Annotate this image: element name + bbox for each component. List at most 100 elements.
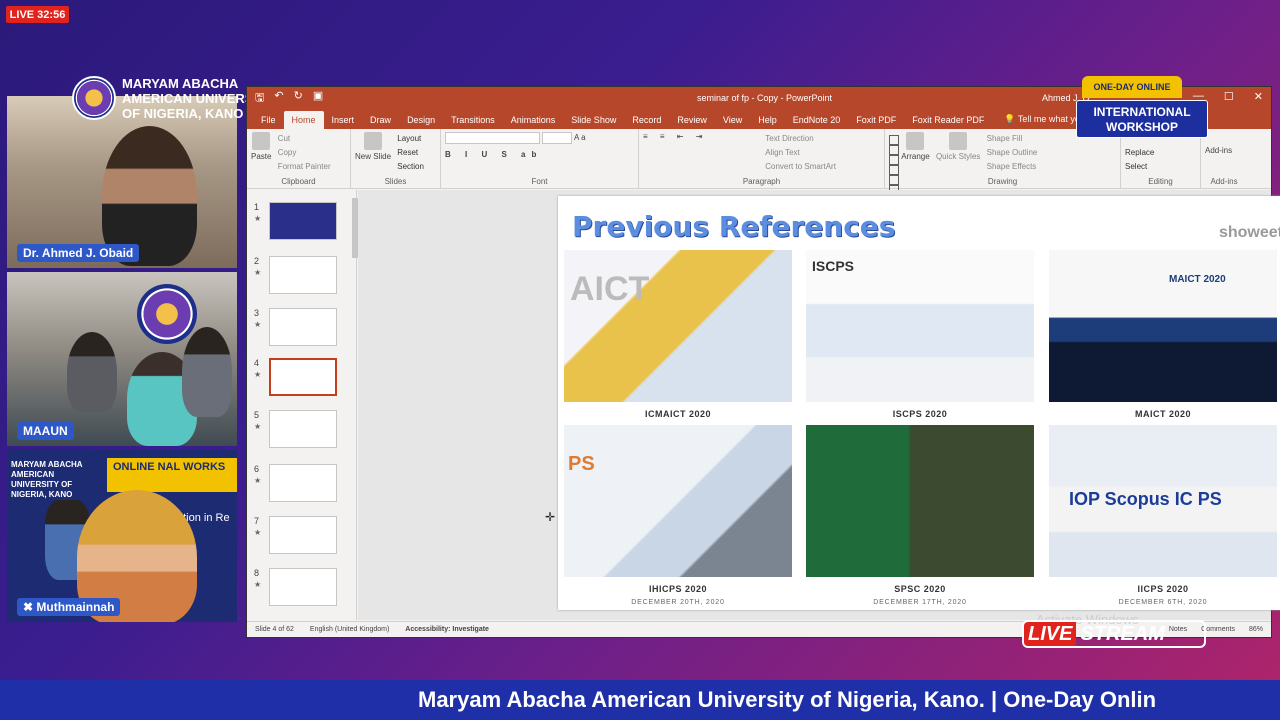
tab-insert[interactable]: Insert xyxy=(324,111,363,129)
conference-card[interactable]: MAICT 2020 MAICT 2020 xyxy=(1049,250,1277,419)
font-format-buttons[interactable]: B I U S ab xyxy=(445,150,634,159)
camera-name-label: Dr. Ahmed J. Obaid xyxy=(17,244,140,262)
align-text-button[interactable]: Align Text xyxy=(765,146,836,160)
language-indicator[interactable]: English (United Kingdom) xyxy=(310,626,389,633)
font-family-select[interactable] xyxy=(445,132,540,144)
slide-thumbnail[interactable] xyxy=(269,308,337,346)
replace-button[interactable]: Replace xyxy=(1125,146,1196,160)
showeet-watermark: showeet xyxy=(1218,224,1280,241)
layout-button[interactable]: Layout xyxy=(397,132,424,146)
maximize-icon[interactable]: ☐ xyxy=(1224,90,1234,103)
camera-tile-2[interactable]: MAAUN xyxy=(7,272,237,446)
slide-thumbnail[interactable] xyxy=(269,256,337,294)
shape-outline-button[interactable]: Shape Outline xyxy=(987,146,1038,160)
conference-name: ICMAICT 2020 xyxy=(644,409,712,419)
conference-image: IOP Scopus IC PS xyxy=(1049,425,1277,577)
tab-endnote[interactable]: EndNote 20 xyxy=(785,111,849,129)
tab-foxit-reader[interactable]: Foxit Reader PDF xyxy=(904,111,992,129)
slide-thumbnail[interactable] xyxy=(269,516,337,554)
list-buttons[interactable]: ≡ ≡ ⇤ ⇥ xyxy=(643,132,763,141)
stream-word: STREAM xyxy=(1080,622,1165,645)
conference-image: ISCPS xyxy=(806,250,1034,402)
tab-transitions[interactable]: Transitions xyxy=(443,111,503,129)
conference-image: AICT xyxy=(564,250,792,402)
grow-font-icon[interactable]: A xyxy=(574,133,579,142)
document-title: seminar of fp - Copy - PowerPoint xyxy=(697,93,833,103)
tab-home[interactable]: Home xyxy=(283,111,324,129)
quick-access-toolbar: 🖫 ↶ ↻ ▣ xyxy=(255,89,323,108)
zoom-level[interactable]: 86% xyxy=(1249,626,1263,633)
present-icon[interactable]: ▣ xyxy=(313,89,323,108)
conference-card[interactable]: IOP Scopus IC PS IICPS 2020 DECEMBER 6TH… xyxy=(1049,425,1277,606)
camera-name-label: MAAUN xyxy=(17,422,74,440)
comments-button[interactable]: Comments xyxy=(1201,626,1235,633)
conference-card[interactable]: AICT ICMAICT 2020 xyxy=(564,250,792,419)
current-slide[interactable]: Previous References showeet AICT ICMAICT… xyxy=(558,196,1280,610)
tab-view[interactable]: View xyxy=(715,111,750,129)
camera-name-label: ✖ Muthmainnah xyxy=(17,598,121,616)
tab-foxit-pdf[interactable]: Foxit PDF xyxy=(848,111,904,129)
reset-button[interactable]: Reset xyxy=(397,146,424,160)
paste-button[interactable]: Paste xyxy=(251,132,271,161)
new-slide-button[interactable]: New Slide xyxy=(355,132,391,161)
redo-icon[interactable]: ↻ xyxy=(294,89,303,108)
slide-thumbnail[interactable] xyxy=(269,410,337,448)
accessibility-indicator[interactable]: Accessibility: Investigate xyxy=(405,626,489,633)
slide-thumbnail-pane[interactable]: 1 ★ 2 ★ 3 ★ 4 ★ 5 ★ 6 ★ 7 ★ 8 ★ xyxy=(247,190,358,620)
tab-review[interactable]: Review xyxy=(669,111,715,129)
quick-styles-button[interactable]: Quick Styles xyxy=(936,132,980,161)
group-label: Drawing xyxy=(987,177,1018,186)
slide-thumbnail-active[interactable] xyxy=(269,358,337,396)
ribbon-home: Paste Cut Copy Format Painter Clipboard … xyxy=(247,129,1271,275)
tab-design[interactable]: Design xyxy=(399,111,443,129)
mouse-cursor-icon: ✛ xyxy=(545,510,556,524)
powerpoint-window[interactable]: 🖫 ↶ ↻ ▣ seminar of fp - Copy - PowerPoin… xyxy=(246,86,1280,638)
live-word: LIVE xyxy=(1024,622,1077,646)
conference-date: DECEMBER 20TH, 2020 xyxy=(631,599,725,606)
cut-button[interactable]: Cut xyxy=(278,132,331,146)
tab-help[interactable]: Help xyxy=(750,111,785,129)
conference-image xyxy=(806,425,1034,577)
addins-group: Add-ins Add-ins xyxy=(1201,129,1247,188)
tab-file[interactable]: File xyxy=(253,111,284,129)
slide-thumbnail[interactable] xyxy=(269,464,337,502)
font-size-select[interactable] xyxy=(542,132,573,144)
shape-fill-button[interactable]: Shape Fill xyxy=(987,132,1038,146)
convert-smartart-button[interactable]: Convert to SmartArt xyxy=(765,160,836,174)
format-painter-button[interactable]: Format Painter xyxy=(278,160,331,174)
conference-name: MAICT 2020 xyxy=(1134,409,1192,419)
tab-record[interactable]: Record xyxy=(624,111,669,129)
undo-icon[interactable]: ↶ xyxy=(274,89,283,108)
slide-title[interactable]: Previous References xyxy=(572,210,895,243)
text-direction-button[interactable]: Text Direction xyxy=(765,132,836,146)
arrange-button[interactable]: Arrange xyxy=(901,132,930,161)
select-button[interactable]: Select xyxy=(1125,160,1196,174)
tab-slide-show[interactable]: Slide Show xyxy=(563,111,624,129)
conference-card[interactable]: SPSC 2020 DECEMBER 17TH, 2020 xyxy=(806,425,1034,606)
copy-button[interactable]: Copy xyxy=(278,146,331,160)
slide-thumbnail[interactable] xyxy=(269,568,337,606)
section-button[interactable]: Section xyxy=(397,160,424,174)
slide-thumbnail[interactable] xyxy=(269,202,337,240)
conference-card[interactable]: ISCPS ISCPS 2020 xyxy=(806,250,1034,419)
save-icon[interactable]: 🖫 xyxy=(255,89,264,108)
shape-effects-button[interactable]: Shape Effects xyxy=(987,160,1038,174)
mic-muted-icon: ✖ xyxy=(23,600,34,614)
slide-canvas[interactable]: Previous References showeet AICT ICMAICT… xyxy=(358,190,1280,620)
international-workshop-badge: INTERNATIONAL WORKSHOP xyxy=(1076,100,1208,138)
tab-animations[interactable]: Animations xyxy=(503,111,564,129)
conference-image: PS xyxy=(564,425,792,577)
conference-name: ISCPS 2020 xyxy=(892,409,948,419)
camera-background-banner: ONLINE NAL WORKS xyxy=(107,458,237,492)
group-label: Font xyxy=(531,177,548,186)
conference-card[interactable]: PS IHICPS 2020 DECEMBER 20TH, 2020 xyxy=(564,425,792,606)
close-icon[interactable]: ✕ xyxy=(1254,90,1263,103)
add-ins-button[interactable]: Add-ins xyxy=(1205,146,1232,155)
camera-background-brand: MARYAM ABACHA AMERICAN UNIVERSITY OF NIG… xyxy=(11,460,83,499)
live-timer-badge: LIVE 32:56 xyxy=(6,6,69,23)
shrink-font-icon[interactable]: a xyxy=(581,133,585,142)
conference-date: DECEMBER 6TH, 2020 xyxy=(1118,599,1208,606)
tab-draw[interactable]: Draw xyxy=(362,111,399,129)
camera-tile-3[interactable]: MARYAM ABACHA AMERICAN UNIVERSITY OF NIG… xyxy=(7,450,237,622)
conference-date: DECEMBER 17TH, 2020 xyxy=(873,599,967,606)
